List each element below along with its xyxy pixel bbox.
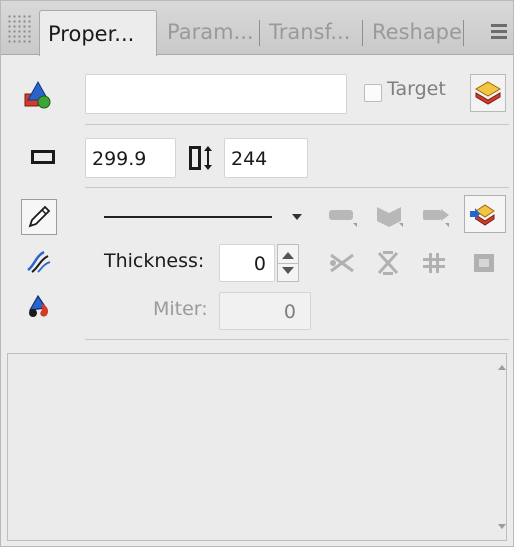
stepper-down-icon[interactable] [282,267,294,274]
target-checkbox[interactable] [364,84,382,102]
object-name-input[interactable] [85,74,347,114]
tab-separator [259,20,260,46]
shapes-icon[interactable] [21,79,55,111]
target-label: Target [387,78,446,100]
box-style-icon[interactable] [467,247,501,279]
tab-separator [362,20,363,46]
divider [85,124,509,125]
miter-label: Miter: [153,298,208,320]
height-icon [185,143,215,173]
thickness-stepper[interactable] [277,244,299,282]
line-style-dropdown[interactable] [86,197,312,237]
stepper-divider [278,263,298,264]
width-input[interactable]: 299.9 [85,138,176,178]
line-preview [104,216,272,218]
thickness-label: Thickness: [104,250,205,272]
chevron-down-icon [292,214,302,220]
join-style-icon[interactable] [371,247,405,279]
divider [85,339,509,340]
brush-tool-icon[interactable] [23,245,55,277]
style-layers-icon[interactable] [470,74,506,112]
arrow-middle-icon[interactable] [371,199,407,231]
tab-properties[interactable]: Proper... [39,10,157,56]
tab-separator [463,20,464,46]
stepper-up-icon[interactable] [282,252,294,259]
grip-icon[interactable] [7,14,33,44]
width-icon [29,146,57,170]
thickness-input[interactable]: 0 [219,244,275,282]
arrow-end-icon[interactable] [417,199,453,231]
scroll-down-icon[interactable] [498,524,506,529]
panel-menu-icon[interactable] [489,21,511,43]
divider [85,187,509,188]
tab-strip: Proper... Param... Transf... Reshape [1,1,513,56]
tab-reshape[interactable]: Reshape [364,9,470,55]
scroll-up-icon[interactable] [498,365,506,370]
height-input[interactable]: 244 [224,138,308,178]
tab-parameters[interactable]: Param... [159,9,262,55]
cap-style-icon[interactable] [325,247,359,279]
grid-style-icon[interactable] [417,247,451,279]
miter-input[interactable]: 0 [219,292,311,330]
arrow-start-icon[interactable] [325,199,361,231]
pen-tool-icon[interactable] [21,199,57,235]
tab-transform[interactable]: Transf... [261,9,358,55]
line-style-icon[interactable] [464,195,506,233]
notes-textarea[interactable] [7,353,507,541]
fill-tool-icon[interactable] [23,289,55,321]
properties-panel: Proper... Param... Transf... Reshape Tar… [0,0,514,547]
